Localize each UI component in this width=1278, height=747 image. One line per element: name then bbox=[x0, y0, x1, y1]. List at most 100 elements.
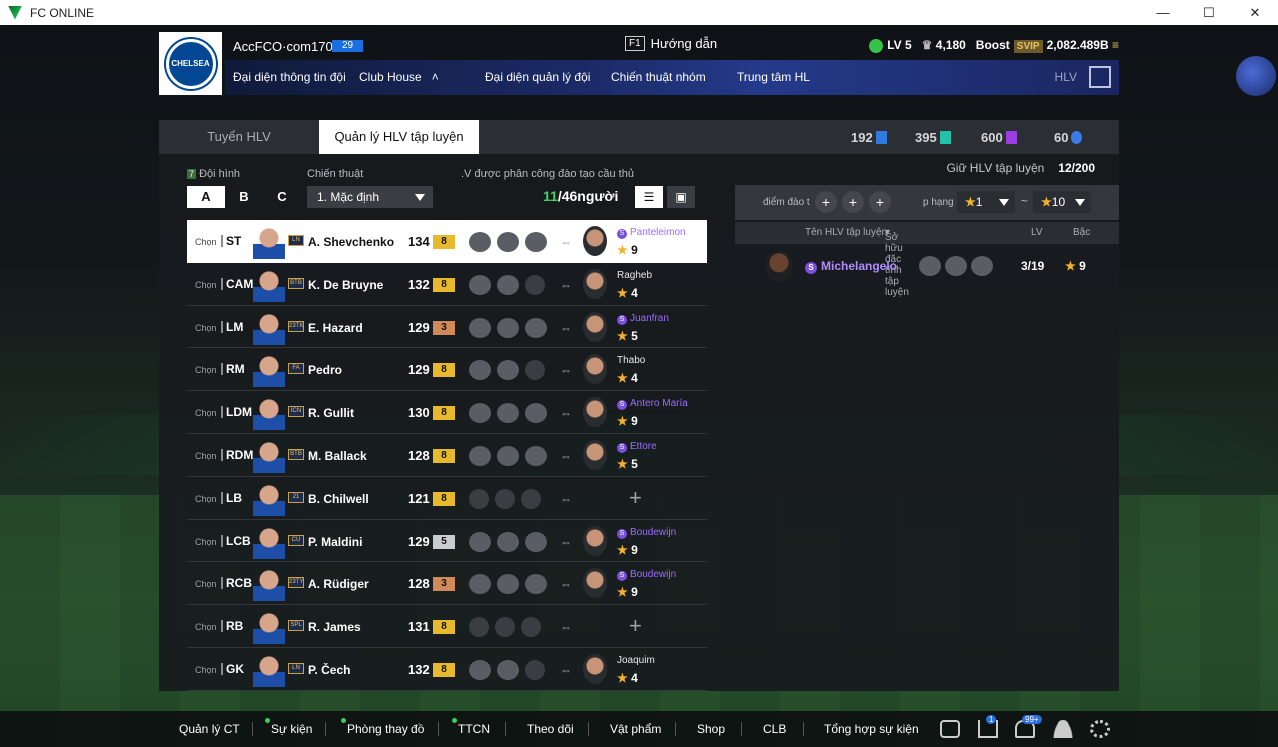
col-coach-name[interactable]: Tên HLV tập luyện bbox=[805, 227, 887, 238]
link-icon[interactable]: ⇔ bbox=[560, 363, 572, 377]
tab-recruit-coach[interactable]: Tuyển HLV bbox=[159, 120, 319, 154]
player-row[interactable]: Chọn LCB CU P. Maldini 129 5 ⇔ S Boudewijn ★ 9 bbox=[187, 520, 707, 563]
link-icon[interactable]: ⇔ bbox=[560, 492, 572, 506]
select-label[interactable]: Chọn bbox=[195, 237, 217, 247]
tab-training-coach[interactable]: Quản lý HLV tập luyện bbox=[319, 120, 479, 154]
profile-icon[interactable] bbox=[1053, 720, 1073, 738]
coach-star-value: 9 bbox=[631, 585, 638, 600]
add-coach-button[interactable]: + bbox=[629, 613, 642, 639]
select-label[interactable]: Chọn bbox=[195, 494, 217, 504]
link-icon[interactable]: ⇔ bbox=[560, 577, 572, 591]
player-portrait bbox=[253, 225, 285, 259]
col-grade[interactable]: Bậc bbox=[1073, 227, 1090, 238]
maximize-button[interactable]: ☐ bbox=[1186, 0, 1232, 25]
menu-event-summary[interactable]: Tổng hợp sự kiện bbox=[824, 722, 919, 736]
tactic-label: Chiến thuật bbox=[307, 168, 364, 180]
select-label[interactable]: Chọn bbox=[195, 537, 217, 547]
player-row[interactable]: Chọn LM 23TK E. Hazard 129 3 ⇔ S Juanfran ★ 5 bbox=[187, 306, 707, 349]
skill-icon bbox=[525, 232, 547, 252]
rank-to-dropdown[interactable]: ★10 bbox=[1033, 191, 1091, 213]
link-icon[interactable]: ⇔ bbox=[560, 278, 572, 292]
player-row[interactable]: Chọn CAM BTB K. De Bruyne 132 8 ⇔ Ragheb ★ 4 bbox=[187, 263, 707, 306]
col-lv[interactable]: LV bbox=[1031, 227, 1043, 238]
upgrade-level-badge: 3 bbox=[433, 577, 455, 592]
link-icon[interactable]: ⇔ bbox=[560, 620, 572, 634]
card-view-icon[interactable]: ▣ bbox=[667, 186, 695, 208]
select-label[interactable]: Chọn bbox=[195, 622, 217, 632]
nav-team-info[interactable]: Đại diện thông tin đội bbox=[233, 70, 346, 84]
link-icon[interactable]: ⇔ bbox=[560, 321, 572, 335]
menu-follow[interactable]: Theo dõi bbox=[527, 722, 574, 736]
player-row[interactable]: Chọn RCB 23TY A. Rüdiger 128 3 ⇔ S Boudewijn ★ 9 bbox=[187, 562, 707, 606]
select-label[interactable]: Chọn bbox=[195, 365, 217, 375]
squad-a-button[interactable]: A bbox=[187, 186, 225, 208]
close-button[interactable]: ✕ bbox=[1232, 0, 1278, 25]
select-label[interactable]: Chọn bbox=[195, 408, 217, 418]
gear-icon[interactable] bbox=[1090, 720, 1110, 738]
link-icon[interactable]: ⇔ bbox=[560, 535, 572, 549]
position-label: LCB bbox=[221, 534, 251, 547]
boost-stat[interactable]: Boost SVIP 2,082.489B ≡ bbox=[976, 38, 1119, 54]
player-row[interactable]: Chọn LB 21 B. Chilwell 121 8 ⇔ + bbox=[187, 477, 707, 520]
add-filter-1-button[interactable]: + bbox=[815, 191, 837, 213]
nav-training-center[interactable]: Trung tâm HL bbox=[737, 70, 810, 84]
col-traits[interactable]: Sở hữu đặc tính tập luyện ▾ bbox=[885, 227, 909, 298]
skill-icon bbox=[525, 531, 547, 552]
premium-coach-icon: S bbox=[805, 262, 817, 274]
link-icon[interactable]: ⇔ bbox=[560, 449, 572, 463]
nav-club-house-label: Club House bbox=[359, 70, 422, 84]
club-logo[interactable]: CHELSEA bbox=[159, 32, 222, 95]
menu-club[interactable]: CLB bbox=[763, 722, 786, 736]
add-coach-button[interactable]: + bbox=[629, 485, 642, 511]
minimize-button[interactable]: — bbox=[1140, 0, 1186, 25]
select-label[interactable]: Chọn bbox=[195, 451, 217, 461]
chat-icon[interactable] bbox=[940, 720, 960, 738]
premium-coach-icon: S bbox=[617, 442, 627, 453]
select-label[interactable]: Chọn bbox=[195, 323, 217, 333]
select-label[interactable]: Chọn bbox=[195, 280, 217, 290]
select-label[interactable]: Chọn bbox=[195, 579, 217, 589]
squad-c-button[interactable]: C bbox=[263, 186, 301, 208]
menu-squad-management[interactable]: Quản lý CT bbox=[179, 722, 240, 736]
player-name: E. Hazard bbox=[308, 320, 363, 335]
rank-from-dropdown[interactable]: ★1 bbox=[957, 191, 1015, 213]
player-row[interactable]: Chọn RDM BTB M. Ballack 128 8 ⇔ S Ettore ★ 5 bbox=[187, 434, 707, 477]
player-row[interactable]: Chọn RM FA Pedro 129 8 ⇔ Thabo ★ 4 bbox=[187, 348, 707, 392]
menu-ttcn[interactable]: TTCN bbox=[458, 722, 490, 736]
coach-row[interactable]: S Michelangelo 3/19 ★ 9 bbox=[735, 246, 1119, 290]
link-icon[interactable]: ⇔ bbox=[560, 663, 572, 677]
coach-portrait bbox=[583, 568, 607, 599]
player-row[interactable]: Chọn GK LN P. Čech 132 8 ⇔ Joaquim ★ 4 bbox=[187, 648, 707, 691]
add-filter-3-button[interactable]: + bbox=[869, 191, 891, 213]
player-row[interactable]: Chọn RB SPL R. James 131 8 ⇔ + bbox=[187, 605, 707, 648]
list-view-icon[interactable]: ☰ bbox=[635, 186, 663, 208]
tactic-dropdown[interactable]: 1. Mặc định bbox=[307, 186, 433, 208]
nav-team-tactics[interactable]: Chiến thuật nhóm bbox=[611, 70, 706, 84]
link-icon[interactable]: ⇔ bbox=[560, 406, 572, 420]
menu-items[interactable]: Vật phẩm bbox=[610, 722, 661, 736]
star-icon: ★ bbox=[617, 414, 628, 429]
add-filter-2-button[interactable]: + bbox=[842, 191, 864, 213]
premium-coach-icon: S bbox=[617, 229, 627, 239]
player-row[interactable]: Chọn LDM ICN R. Gullit 130 8 ⇔ S Antero María ★ 9 bbox=[187, 391, 707, 434]
select-label[interactable]: Chọn bbox=[195, 665, 217, 675]
nav-club-house[interactable]: Club House ˄ bbox=[359, 70, 439, 84]
slots-label: Giữ HLV tập luyện bbox=[946, 161, 1045, 175]
squad-label-text: Đội hình bbox=[199, 168, 241, 180]
nav-manager-info[interactable]: Đại diện quản lý đội bbox=[485, 70, 590, 84]
link-icon[interactable]: ⇔ bbox=[560, 235, 572, 249]
guide-button[interactable]: F1 Hướng dẫn bbox=[625, 36, 717, 51]
menu-shop[interactable]: Shop bbox=[697, 722, 725, 736]
menu-events[interactable]: Sự kiện bbox=[271, 722, 312, 736]
upgrade-level-badge: 8 bbox=[433, 406, 455, 421]
card-teal-icon bbox=[939, 131, 951, 144]
squad-b-button[interactable]: B bbox=[225, 186, 263, 208]
coach-star-value: 9 bbox=[631, 243, 638, 257]
empty-skill-slot bbox=[495, 488, 515, 509]
player-row[interactable]: Chọn ST LN A. Shevchenko 134 8 ⇔ S Panteleimon ★ … bbox=[187, 220, 707, 263]
exit-icon[interactable] bbox=[1089, 66, 1111, 88]
account-name[interactable]: AccFCO·com1704b bbox=[233, 39, 347, 54]
chat-avatar-icon[interactable] bbox=[1236, 56, 1276, 96]
coach-name-text: Boudewijn bbox=[630, 526, 677, 538]
menu-locker-room[interactable]: Phòng thay đồ bbox=[347, 722, 424, 736]
